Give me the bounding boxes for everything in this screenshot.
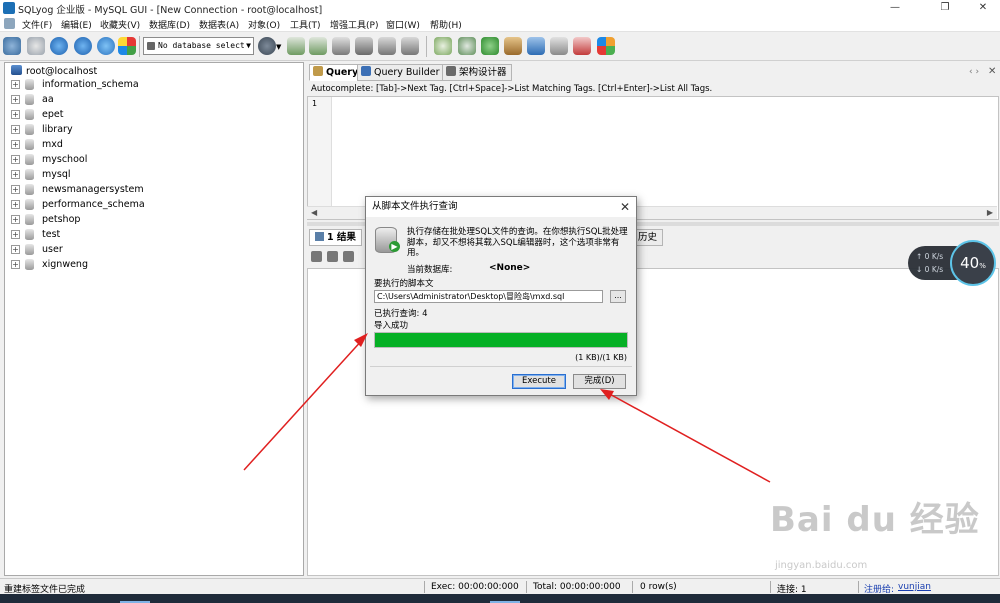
right-arrow-line (605, 391, 771, 483)
left-arrow-head (354, 333, 368, 347)
right-arrow-head (600, 389, 614, 400)
left-arrow-line (243, 337, 365, 471)
annotation-arrows (243, 333, 771, 483)
